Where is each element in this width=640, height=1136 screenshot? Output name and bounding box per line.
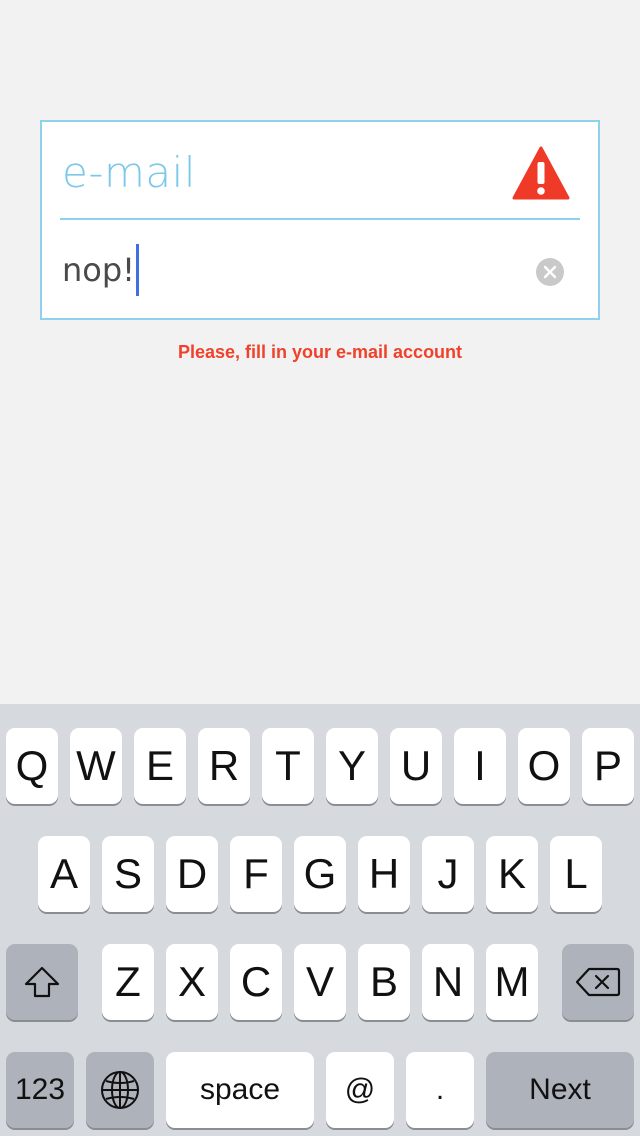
screen: e-mail nop! Please, fill in your e-mail … <box>0 0 640 1136</box>
key-e[interactable]: E <box>134 728 186 804</box>
email-form-card: e-mail nop! <box>40 120 600 320</box>
field-divider <box>60 218 580 220</box>
key-u[interactable]: U <box>390 728 442 804</box>
next-key[interactable]: Next <box>486 1052 634 1128</box>
space-key[interactable]: space <box>166 1052 314 1128</box>
globe-key[interactable] <box>86 1052 154 1128</box>
key-k[interactable]: K <box>486 836 538 912</box>
warning-icon <box>512 146 570 200</box>
text-caret <box>136 244 139 296</box>
key-q[interactable]: Q <box>6 728 58 804</box>
at-key[interactable]: @ <box>326 1052 394 1128</box>
shift-icon <box>24 966 60 998</box>
keyboard: Q W E R T Y U I O P A S D F G H J K L Z … <box>0 704 640 1136</box>
dot-key[interactable]: . <box>406 1052 474 1128</box>
error-message: Please, fill in your e-mail account <box>177 342 463 362</box>
key-h[interactable]: H <box>358 836 410 912</box>
key-i[interactable]: I <box>454 728 506 804</box>
numbers-key[interactable]: 123 <box>6 1052 74 1128</box>
email-field-label: e-mail <box>62 148 196 197</box>
key-x[interactable]: X <box>166 944 218 1020</box>
backspace-key[interactable] <box>562 944 634 1020</box>
key-r[interactable]: R <box>198 728 250 804</box>
shift-key[interactable] <box>6 944 78 1020</box>
clear-icon[interactable] <box>536 258 564 286</box>
key-d[interactable]: D <box>166 836 218 912</box>
key-t[interactable]: T <box>262 728 314 804</box>
key-s[interactable]: S <box>102 836 154 912</box>
key-l[interactable]: L <box>550 836 602 912</box>
key-p[interactable]: P <box>582 728 634 804</box>
email-input[interactable]: nop! <box>62 242 578 298</box>
key-n[interactable]: N <box>422 944 474 1020</box>
key-o[interactable]: O <box>518 728 570 804</box>
key-f[interactable]: F <box>230 836 282 912</box>
key-b[interactable]: B <box>358 944 410 1020</box>
key-g[interactable]: G <box>294 836 346 912</box>
key-z[interactable]: Z <box>102 944 154 1020</box>
globe-icon <box>101 1071 139 1109</box>
key-w[interactable]: W <box>70 728 122 804</box>
key-m[interactable]: M <box>486 944 538 1020</box>
key-c[interactable]: C <box>230 944 282 1020</box>
key-a[interactable]: A <box>38 836 90 912</box>
key-v[interactable]: V <box>294 944 346 1020</box>
key-j[interactable]: J <box>422 836 474 912</box>
backspace-icon <box>575 967 621 997</box>
key-y[interactable]: Y <box>326 728 378 804</box>
email-input-value[interactable]: nop! <box>62 242 135 298</box>
